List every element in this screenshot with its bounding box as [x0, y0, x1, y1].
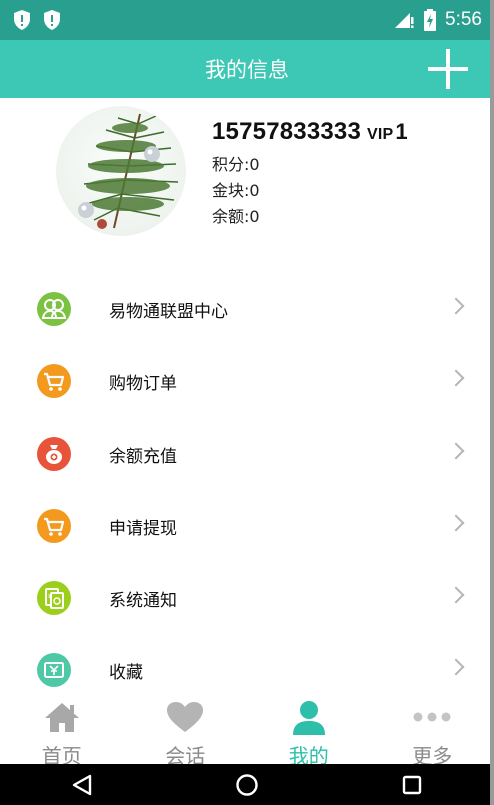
- clock: 5:56: [445, 9, 482, 30]
- user-phone: 15757833333 VIP1: [212, 118, 408, 146]
- phone-number: 15757833333: [212, 118, 362, 145]
- recents-button[interactable]: [392, 770, 432, 800]
- balance-stat: 余额:0: [212, 207, 260, 226]
- vip-level: 1: [395, 119, 408, 144]
- system-nav-bar: [0, 764, 494, 805]
- notice-icon: ¥: [37, 581, 71, 616]
- app-screen: 5:56 我的信息 15757833333 VIP1 积分:0 金块:0 余额:…: [0, 0, 494, 805]
- shield-alert-icon: [44, 10, 60, 30]
- add-button[interactable]: [428, 49, 468, 89]
- shield-alert-icon: [14, 10, 30, 30]
- menu-item-label: 系统通知: [109, 591, 177, 612]
- vip-label: VIP: [367, 126, 394, 143]
- pine-branch-image: [78, 113, 179, 229]
- chevron-right-icon: [447, 369, 465, 387]
- more-icon: [413, 712, 451, 722]
- menu-item-label: 易物通联盟中心: [109, 302, 228, 322]
- svg-text:¥: ¥: [48, 593, 53, 601]
- cart-icon: [37, 364, 71, 399]
- home-button[interactable]: [227, 770, 267, 800]
- menu-item-balance-recharge[interactable]: 余额充值: [0, 417, 494, 489]
- menu-item-label: 申请提现: [109, 518, 177, 539]
- chevron-right-icon: [447, 442, 465, 460]
- gold-stat: 金块:0: [212, 181, 260, 200]
- menu-item-withdraw[interactable]: 申请提现: [0, 489, 494, 561]
- menu-item-alliance-center[interactable]: 易物通联盟中心: [0, 272, 494, 344]
- money-bag-icon: [37, 436, 71, 471]
- menu-item-label: 余额充值: [109, 446, 177, 467]
- back-button[interactable]: [62, 770, 102, 800]
- yen-card-icon: [37, 653, 71, 688]
- app-header: 我的信息: [0, 40, 494, 98]
- heart-icon: [167, 702, 204, 732]
- menu-item-label: 购物订单: [109, 374, 177, 395]
- signal-icon: [395, 13, 414, 28]
- home-icon: [44, 703, 79, 732]
- home-circle-icon: [236, 773, 258, 796]
- status-bar: 5:56: [0, 0, 494, 40]
- menu-item-shopping-orders[interactable]: 购物订单: [0, 344, 494, 416]
- menu-item-label: 收藏: [109, 663, 143, 684]
- profile-card: 15757833333 VIP1 积分:0 金块:0 余额:0: [0, 98, 494, 258]
- chevron-right-icon: [447, 586, 465, 604]
- tab-chat[interactable]: 会话: [124, 690, 248, 768]
- tab-home[interactable]: 首页: [0, 690, 124, 768]
- cart-icon: [37, 508, 71, 543]
- person-icon: [292, 701, 325, 735]
- points-stat: 积分:0: [212, 155, 260, 174]
- menu-list: 易物通联盟中心 购物订单 余额充值 申请提现 ¥ 系统通知 收藏: [0, 272, 494, 706]
- menu-item-system-notice[interactable]: ¥ 系统通知: [0, 561, 494, 633]
- recents-square-icon: [402, 775, 421, 794]
- chevron-right-icon: [447, 514, 465, 532]
- avatar[interactable]: [56, 106, 186, 236]
- tab-mine[interactable]: 我的: [247, 690, 371, 768]
- page-title: 我的信息: [205, 58, 289, 82]
- alliance-icon: [37, 292, 71, 326]
- bottom-tab-bar: 首页 会话 我的 更多: [0, 690, 494, 768]
- chevron-right-icon: [447, 297, 465, 315]
- battery-icon: [424, 9, 437, 31]
- tab-more[interactable]: 更多: [371, 690, 494, 768]
- back-triangle-icon: [73, 774, 92, 795]
- chevron-right-icon: [447, 658, 465, 676]
